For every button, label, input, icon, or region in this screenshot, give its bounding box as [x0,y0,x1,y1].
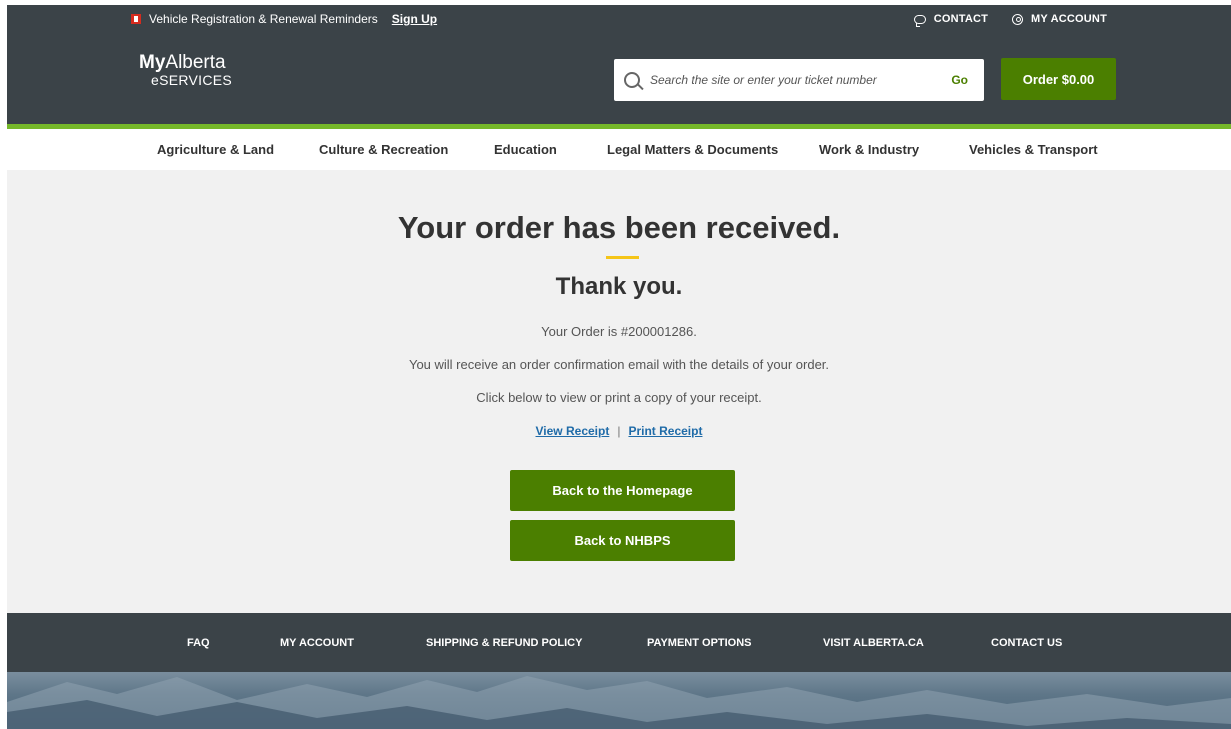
order-cart-button[interactable]: Order $0.00 [1001,58,1116,100]
myalberta-logo[interactable]: MyAlberta eSERVICES [139,53,232,87]
nav-item-vehicles[interactable]: Vehicles & Transport [969,142,1098,157]
chat-bubble-icon [913,14,926,27]
nav-item-legal[interactable]: Legal Matters & Documents [607,142,778,157]
contact-link[interactable]: CONTACT [913,13,989,27]
signup-link[interactable]: Sign Up [392,12,437,26]
site-header: MyAlberta eSERVICES Go Order $0.00 [7,33,1231,124]
reminder-text: Vehicle Registration & Renewal Reminders [149,12,378,26]
search-input[interactable] [650,65,930,95]
email-notice-text: You will receive an order confirmation e… [408,357,830,372]
site-footer: FAQ MY ACCOUNT SHIPPING & REFUND POLICY … [7,613,1231,672]
my-account-link[interactable]: MY ACCOUNT [1012,13,1107,25]
confirmation-content: Your order has been received. Thank you.… [7,170,1231,613]
reminder-banner: Vehicle Registration & Renewal Reminders… [131,5,437,33]
logo-eservices: eSERVICES [151,72,233,88]
mountain-banner-image [7,672,1231,729]
nav-item-education[interactable]: Education [494,142,557,157]
contact-label: CONTACT [933,13,989,25]
user-icon [1012,13,1024,25]
view-receipt-link[interactable]: View Receipt [536,424,610,438]
utility-bar: Vehicle Registration & Renewal Reminders… [7,5,1231,33]
nav-item-work[interactable]: Work & Industry [819,142,919,157]
footer-link-my-account[interactable]: MY ACCOUNT [280,637,354,649]
footer-link-visit-alberta[interactable]: VISIT ALBERTA.CA [823,637,924,649]
receipt-instructions-text: Click below to view or print a copy of y… [476,390,762,405]
print-receipt-link[interactable]: Print Receipt [628,424,702,438]
back-to-homepage-button[interactable]: Back to the Homepage [510,470,735,511]
utility-links: CONTACT MY ACCOUNT [913,5,1107,33]
search-box: Go [614,59,984,101]
thank-you-heading: Thank you. [555,273,683,300]
footer-link-payment[interactable]: PAYMENT OPTIONS [647,637,752,649]
nav-item-culture[interactable]: Culture & Recreation [319,142,448,157]
search-go-button[interactable]: Go [951,73,968,87]
nav-item-agriculture[interactable]: Agriculture & Land [157,142,274,157]
search-icon [624,72,640,88]
my-account-label: MY ACCOUNT [1031,13,1107,25]
logo-my: My [139,52,166,73]
page-title: Your order has been received. [397,210,841,245]
link-separator: | [617,424,621,438]
footer-link-contact-us[interactable]: CONTACT US [991,637,1062,649]
back-to-nhbps-button[interactable]: Back to NHBPS [510,520,735,561]
footer-link-faq[interactable]: FAQ [187,637,210,649]
order-number-text: Your Order is #200001286. [541,324,697,339]
mountain-silhouette [7,676,1231,729]
main-nav: Agriculture & Land Culture & Recreation … [7,129,1231,170]
canada-flag-icon [131,14,141,24]
logo-alberta: Alberta [165,52,226,73]
title-divider [606,256,639,259]
footer-link-shipping[interactable]: SHIPPING & REFUND POLICY [426,637,582,649]
page-frame: Vehicle Registration & Renewal Reminders… [7,5,1231,729]
receipt-links: View Receipt | Print Receipt [7,424,1231,438]
